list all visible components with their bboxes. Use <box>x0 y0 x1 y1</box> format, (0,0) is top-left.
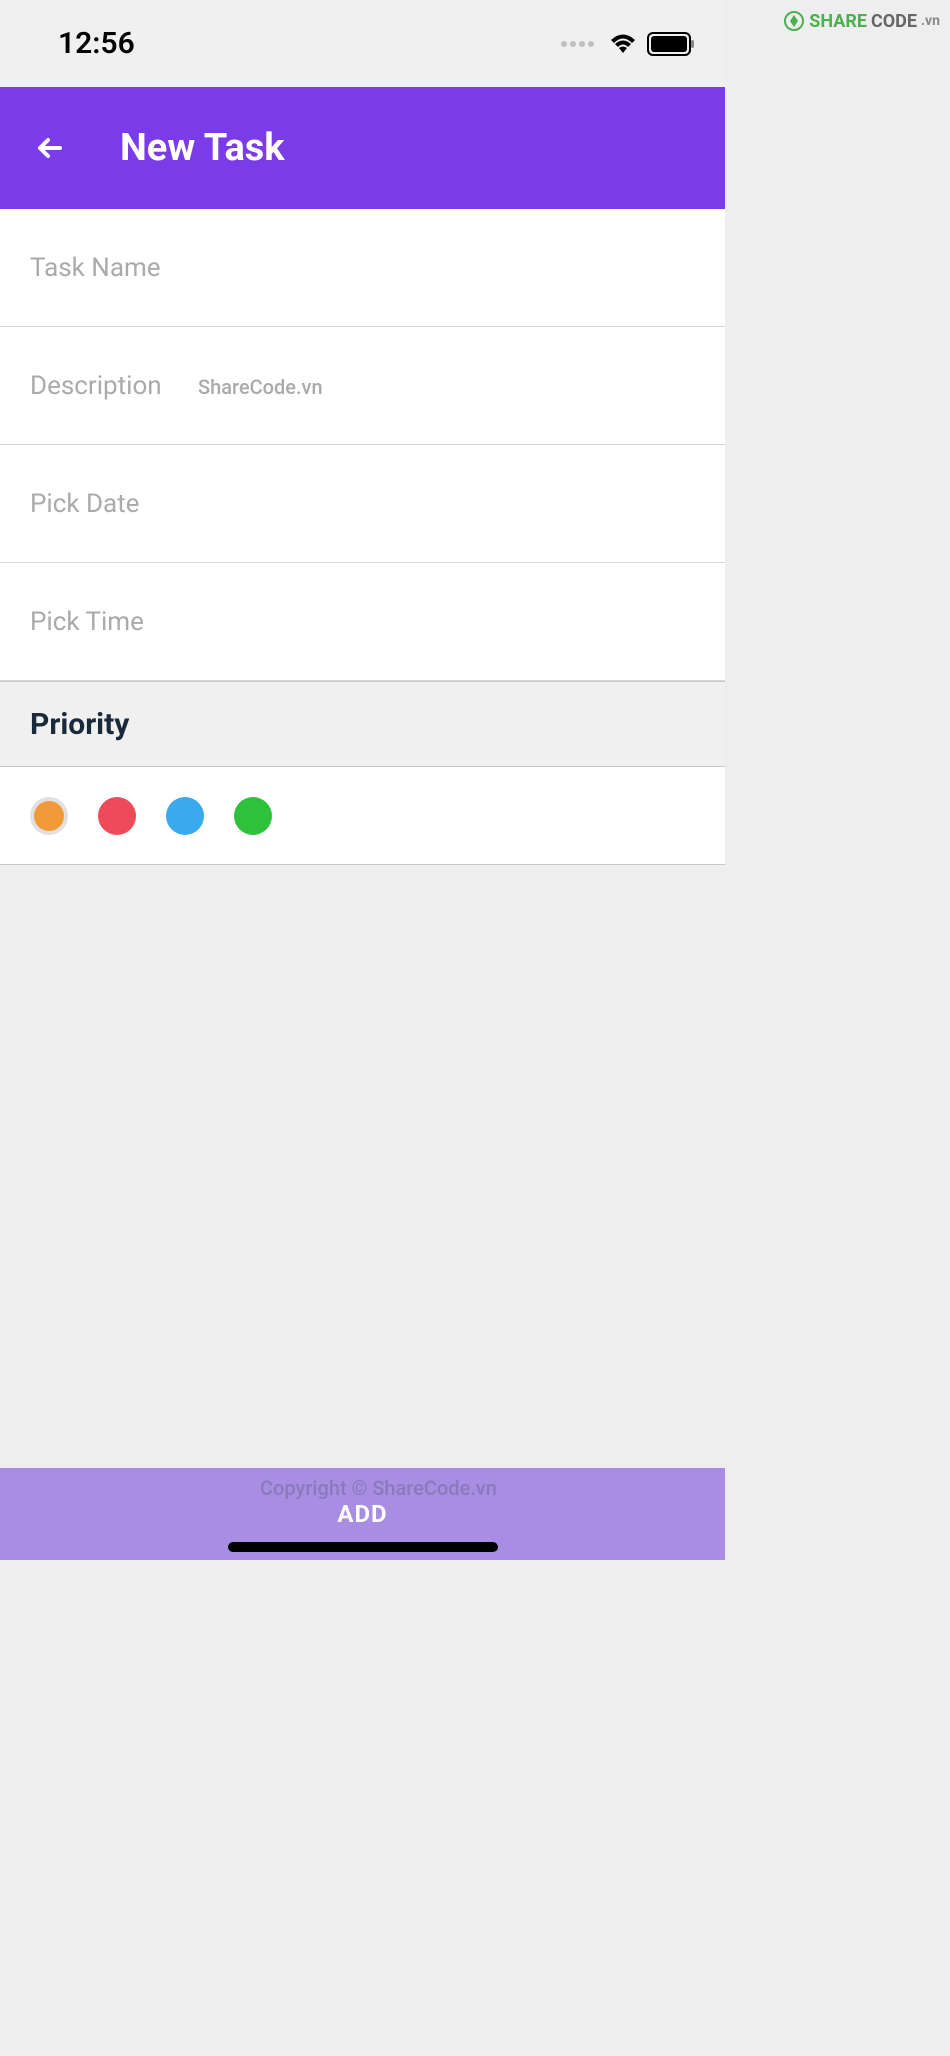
priority-label: Priority <box>30 707 129 742</box>
back-arrow-icon[interactable] <box>30 128 70 168</box>
page-title: New Task <box>120 126 285 170</box>
task-name-input[interactable] <box>30 253 695 283</box>
watermark-code-text: CODE <box>871 11 917 32</box>
priority-section-header: Priority <box>0 681 725 767</box>
watermark-logo-icon <box>783 10 805 32</box>
wifi-icon <box>609 33 637 55</box>
priority-option-orange[interactable] <box>30 797 68 835</box>
watermark-logo: SHARECODE.vn <box>783 10 940 32</box>
pick-time-row[interactable] <box>0 563 725 681</box>
priority-options-row <box>0 767 725 865</box>
battery-icon <box>647 32 695 56</box>
app-screen: 12:56 New Task <box>0 0 725 1560</box>
priority-option-green[interactable] <box>234 797 272 835</box>
status-icons <box>561 32 695 56</box>
watermark-vn-text: .vn <box>921 13 940 29</box>
priority-option-red[interactable] <box>98 797 136 835</box>
description-input[interactable] <box>30 371 695 401</box>
watermark-copyright: Copyright © ShareCode.vn <box>260 1476 497 1500</box>
home-indicator[interactable] <box>228 1542 498 1552</box>
watermark-share-text: SHARE <box>809 11 867 32</box>
add-button-label: ADD <box>337 1500 387 1528</box>
pick-date-input[interactable] <box>30 489 695 519</box>
signal-dots-icon <box>561 41 594 47</box>
status-time: 12:56 <box>58 26 135 61</box>
pick-date-row[interactable] <box>0 445 725 563</box>
priority-option-blue[interactable] <box>166 797 204 835</box>
watermark-text: ShareCode.vn <box>198 375 323 399</box>
status-bar: 12:56 <box>0 0 725 87</box>
pick-time-input[interactable] <box>30 607 695 637</box>
empty-space <box>0 865 725 1468</box>
app-header: New Task <box>0 87 725 209</box>
description-row: ShareCode.vn <box>0 327 725 445</box>
task-name-row <box>0 209 725 327</box>
